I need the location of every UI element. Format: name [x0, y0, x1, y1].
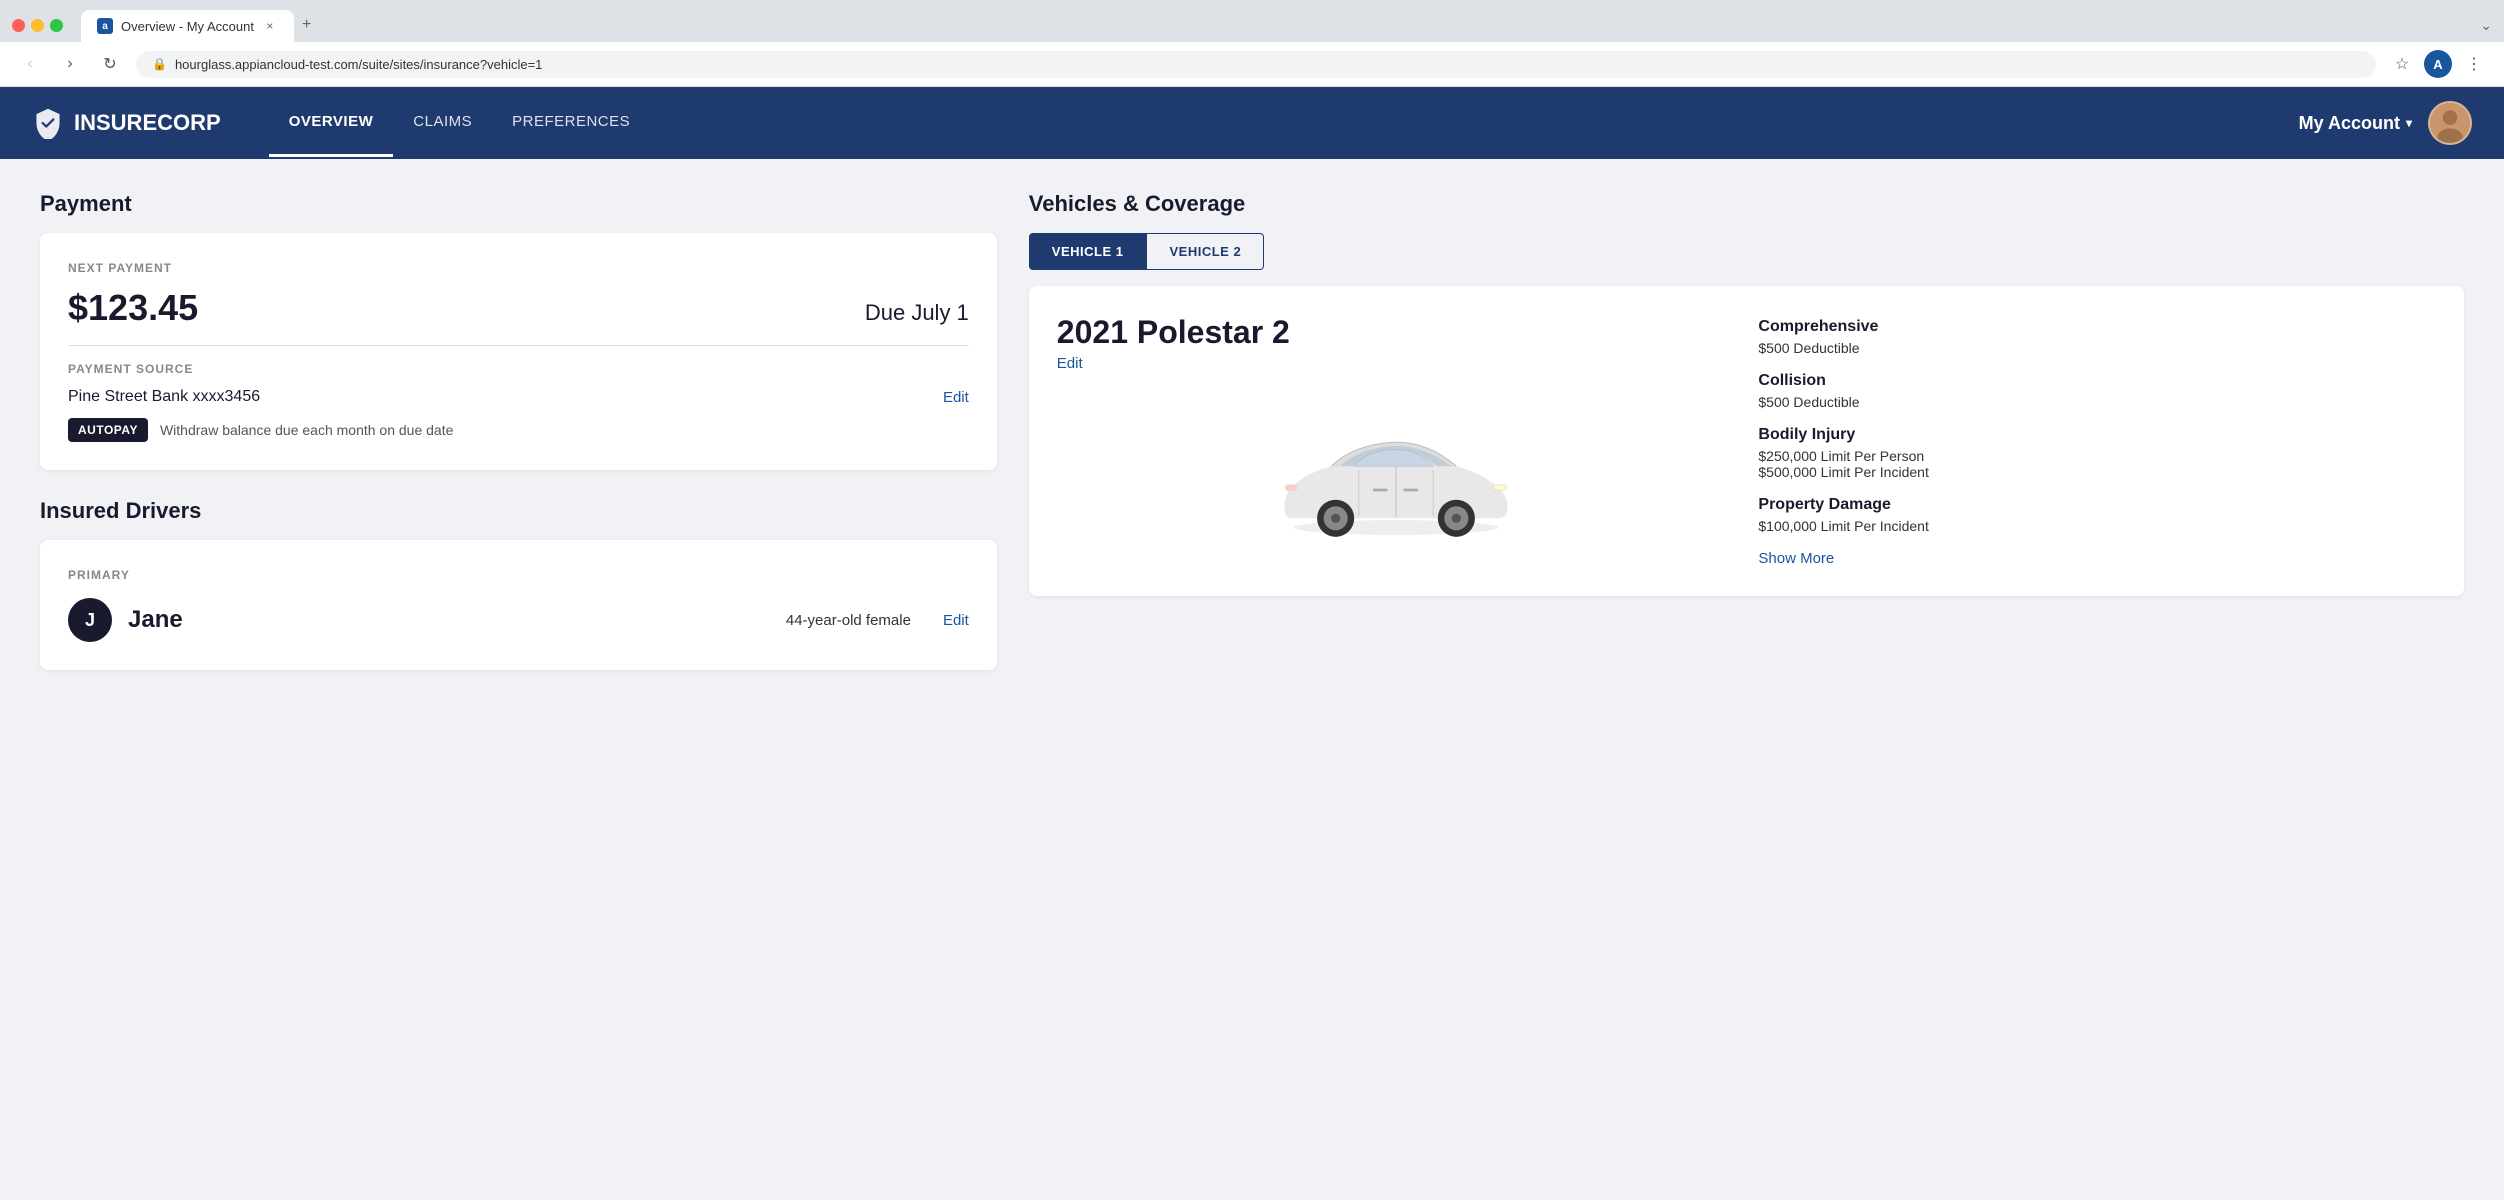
main-nav: OVERVIEW CLAIMS PREFERENCES [269, 89, 2299, 157]
new-tab-btn[interactable]: + [294, 8, 319, 42]
drivers-card: PRIMARY J Jane 44-year-old female Edit [40, 540, 997, 670]
tab-favicon: a [97, 18, 113, 34]
tab-bar: a Overview - My Account × + [81, 8, 2472, 42]
chrome-profile-btn[interactable]: A [2424, 50, 2452, 78]
coverage-property-damage-detail-0: $100,000 Limit Per Incident [1758, 518, 2436, 534]
edit-driver-link[interactable]: Edit [943, 612, 969, 629]
vehicle-left: 2021 Polestar 2 Edit [1057, 314, 1735, 568]
vehicles-section-title: Vehicles & Coverage [1029, 191, 2464, 217]
forward-btn[interactable]: › [56, 50, 84, 78]
avatar-image [2430, 103, 2470, 143]
header-right: My Account ▾ [2299, 101, 2472, 145]
vehicle-name: 2021 Polestar 2 [1057, 314, 1735, 351]
vehicle-image [1266, 418, 1526, 539]
driver-name: Jane [128, 606, 770, 634]
drivers-section-title: Insured Drivers [40, 498, 997, 524]
coverage-comprehensive-detail-0: $500 Deductible [1758, 340, 2436, 356]
close-tab-btn[interactable]: × [262, 18, 278, 34]
vehicle-card: 2021 Polestar 2 Edit [1029, 286, 2464, 596]
url-text: hourglass.appiancloud-test.com/suite/sit… [175, 57, 2360, 72]
dropdown-arrow-icon: ▾ [2406, 116, 2412, 130]
driver-description: 44-year-old female [786, 612, 911, 629]
my-account-label: My Account [2299, 113, 2400, 134]
vehicle-edit-link[interactable]: Edit [1057, 355, 1735, 372]
logo: INSURECORP [32, 107, 221, 139]
coverage-comprehensive: Comprehensive $500 Deductible [1758, 318, 2436, 356]
browser-nav-bar: ‹ › ↻ 🔒 hourglass.appiancloud-test.com/s… [0, 42, 2504, 87]
address-bar[interactable]: 🔒 hourglass.appiancloud-test.com/suite/s… [136, 51, 2376, 78]
menu-btn[interactable]: ⋮ [2460, 50, 2488, 78]
main-content: Payment NEXT PAYMENT $123.45 Due July 1 … [0, 159, 2504, 702]
app-header: INSURECORP OVERVIEW CLAIMS PREFERENCES M… [0, 87, 2504, 159]
payment-due-date: Due July 1 [865, 300, 969, 326]
browser-chrome: a Overview - My Account × + ⌄ ‹ › ↻ 🔒 ho… [0, 0, 2504, 87]
window-controls [12, 19, 63, 32]
payment-divider [68, 345, 969, 346]
driver-row: J Jane 44-year-old female Edit [68, 598, 969, 642]
edit-payment-source-link[interactable]: Edit [943, 389, 969, 406]
browser-top-bar: a Overview - My Account × + ⌄ [0, 0, 2504, 42]
logo-text: INSURECORP [74, 110, 221, 136]
vehicle-image-area [1057, 388, 1735, 568]
next-payment-label: NEXT PAYMENT [68, 261, 969, 275]
payment-amount: $123.45 [68, 287, 198, 329]
primary-driver-label: PRIMARY [68, 568, 969, 582]
lock-icon: 🔒 [152, 57, 167, 71]
active-tab[interactable]: a Overview - My Account × [81, 10, 294, 42]
show-more-link[interactable]: Show More [1758, 550, 2436, 567]
driver-initial: J [85, 610, 95, 631]
browser-actions: ☆ A ⋮ [2388, 50, 2488, 78]
payment-source-name: Pine Street Bank xxxx3456 [68, 388, 260, 406]
driver-avatar: J [68, 598, 112, 642]
coverage-comprehensive-name: Comprehensive [1758, 318, 2436, 336]
autopay-badge: AUTOPAY [68, 418, 148, 442]
my-account-btn[interactable]: My Account ▾ [2299, 113, 2412, 134]
coverage-collision-detail-0: $500 Deductible [1758, 394, 2436, 410]
reload-btn[interactable]: ↻ [96, 50, 124, 78]
drivers-section: Insured Drivers PRIMARY J Jane 44-year-o… [40, 498, 997, 670]
coverage-bodily-injury-name: Bodily Injury [1758, 426, 2436, 444]
autopay-description: Withdraw balance due each month on due d… [160, 422, 453, 438]
nav-overview[interactable]: OVERVIEW [269, 89, 394, 157]
minimize-window-btn[interactable] [31, 19, 44, 32]
back-btn[interactable]: ‹ [16, 50, 44, 78]
nav-claims[interactable]: CLAIMS [393, 89, 492, 157]
vehicle-coverage: Comprehensive $500 Deductible Collision … [1758, 314, 2436, 568]
coverage-property-damage-name: Property Damage [1758, 496, 2436, 514]
coverage-collision-name: Collision [1758, 372, 2436, 390]
coverage-bodily-injury: Bodily Injury $250,000 Limit Per Person … [1758, 426, 2436, 480]
shield-icon [32, 107, 64, 139]
tab-title: Overview - My Account [121, 19, 254, 34]
payment-source-row: Pine Street Bank xxxx3456 Edit [68, 388, 969, 406]
payment-card: NEXT PAYMENT $123.45 Due July 1 PAYMENT … [40, 233, 997, 470]
coverage-bodily-injury-detail-0: $250,000 Limit Per Person [1758, 448, 2436, 464]
vehicles-section: Vehicles & Coverage VEHICLE 1 VEHICLE 2 … [1029, 191, 2464, 670]
coverage-collision: Collision $500 Deductible [1758, 372, 2436, 410]
maximize-window-btn[interactable] [50, 19, 63, 32]
autopay-row: AUTOPAY Withdraw balance due each month … [68, 418, 969, 442]
vehicle-tab-2[interactable]: VEHICLE 2 [1146, 233, 1264, 270]
left-column: Payment NEXT PAYMENT $123.45 Due July 1 … [40, 191, 997, 670]
user-avatar[interactable] [2428, 101, 2472, 145]
payment-source-label: PAYMENT SOURCE [68, 362, 969, 376]
payment-amount-row: $123.45 Due July 1 [68, 287, 969, 329]
expand-browser-btn[interactable]: ⌄ [2480, 17, 2492, 34]
close-window-btn[interactable] [12, 19, 25, 32]
coverage-bodily-injury-detail-1: $500,000 Limit Per Incident [1758, 464, 2436, 480]
vehicle-tabs: VEHICLE 1 VEHICLE 2 [1029, 233, 2464, 270]
nav-preferences[interactable]: PREFERENCES [492, 89, 650, 157]
vehicle-tab-1[interactable]: VEHICLE 1 [1029, 233, 1147, 270]
payment-section-title: Payment [40, 191, 997, 217]
bookmark-btn[interactable]: ☆ [2388, 50, 2416, 78]
coverage-property-damage: Property Damage $100,000 Limit Per Incid… [1758, 496, 2436, 534]
